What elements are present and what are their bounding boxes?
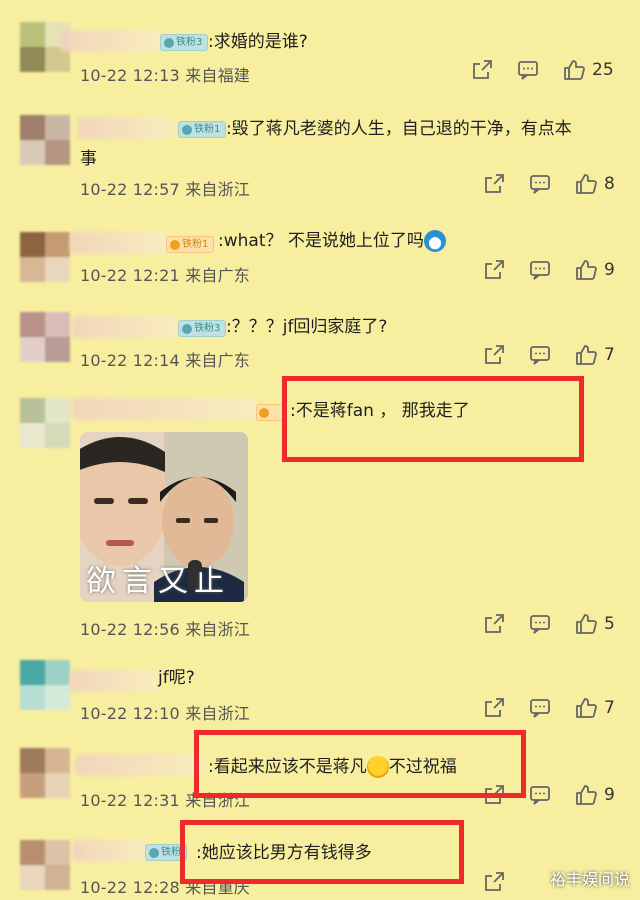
like-button[interactable]: 7 — [574, 696, 615, 720]
share-icon[interactable] — [482, 343, 506, 367]
comment-text: jf呢? — [158, 668, 195, 688]
share-icon[interactable] — [470, 58, 494, 82]
timestamp: 10-22 12:14 — [80, 351, 180, 370]
like-button[interactable]: 7 — [574, 343, 615, 367]
comment-meta: 10-22 12:10 来自浙江 — [80, 700, 250, 724]
like-button[interactable]: 25 — [562, 58, 614, 82]
share-icon[interactable] — [482, 612, 506, 636]
avatar[interactable] — [20, 660, 70, 710]
highlight-box — [180, 820, 464, 884]
like-button[interactable]: 5 — [574, 612, 615, 636]
watermark: 裕丰娱间说 — [549, 870, 630, 889]
thumbs-up-icon — [576, 614, 597, 634]
comment-icon[interactable] — [528, 343, 552, 367]
timestamp: 10-22 12:21 — [80, 266, 180, 285]
timestamp: 10-22 12:57 — [80, 180, 180, 199]
comment-meta: 10-22 12:57 来自浙江 — [80, 176, 250, 200]
comment-actions: 5 — [482, 612, 615, 636]
like-count: 7 — [604, 698, 615, 718]
diamond-icon — [164, 37, 174, 48]
avatar[interactable] — [20, 232, 70, 282]
flame-icon — [259, 407, 269, 418]
like-count: 9 — [604, 260, 615, 280]
comment-actions: 7 — [482, 696, 615, 720]
location: 来自福建 — [185, 66, 250, 85]
comment-text: :what？ 不是说她上位了吗 — [218, 226, 446, 256]
thumbs-up-icon — [576, 260, 597, 280]
like-count: 25 — [592, 60, 614, 80]
comment-meta: 10-22 12:56 来自浙江 — [80, 616, 250, 640]
highlight-box — [282, 376, 584, 462]
location: 来自广东 — [185, 266, 250, 285]
timestamp: 10-22 12:13 — [80, 66, 180, 85]
comment-meta: 10-22 12:13 来自福建 — [80, 62, 250, 86]
comment-icon[interactable] — [528, 172, 552, 196]
sticker-caption: 欲言又止 — [86, 564, 230, 599]
comment-actions: 8 — [482, 172, 615, 196]
like-count: 7 — [604, 345, 615, 365]
comment-text: :求婚的是谁? — [208, 32, 308, 52]
like-button[interactable]: 8 — [574, 172, 615, 196]
thumbs-up-icon — [576, 174, 597, 194]
fan-badge: 铁粉3 — [160, 34, 209, 51]
username[interactable] — [72, 316, 177, 338]
comment-icon[interactable] — [528, 696, 552, 720]
like-count: 8 — [604, 174, 615, 194]
username[interactable] — [75, 754, 205, 776]
avatar[interactable] — [20, 312, 70, 362]
share-icon[interactable] — [482, 870, 506, 894]
timestamp: 10-22 12:31 — [80, 791, 180, 810]
share-icon[interactable] — [482, 258, 506, 282]
diamond-icon — [182, 323, 192, 334]
comment-actions: 9 — [482, 258, 615, 282]
fan-badge: 铁粉1 — [166, 236, 215, 253]
fan-badge: 铁粉3 — [178, 320, 227, 337]
avatar[interactable] — [20, 748, 70, 798]
comment-icon[interactable] — [528, 612, 552, 636]
flame-icon — [170, 239, 180, 250]
thumbs-up-icon — [576, 698, 597, 718]
timestamp: 10-22 12:10 — [80, 704, 180, 723]
thumbs-up-icon — [576, 785, 597, 805]
comment-actions: 25 — [470, 58, 614, 82]
like-button[interactable]: 9 — [574, 783, 615, 807]
username[interactable] — [70, 670, 158, 692]
highlight-box — [194, 730, 526, 798]
username[interactable] — [60, 30, 160, 52]
location: 来自浙江 — [185, 704, 250, 723]
username[interactable] — [72, 840, 147, 862]
share-icon[interactable] — [482, 172, 506, 196]
share-icon[interactable] — [482, 696, 506, 720]
sticker-image[interactable]: 欲言又止 — [80, 432, 248, 602]
location: 来自浙江 — [185, 620, 250, 639]
avatar[interactable] — [20, 115, 70, 165]
like-button[interactable]: 9 — [574, 258, 615, 282]
comment-actions — [482, 870, 528, 894]
location: 来自浙江 — [185, 180, 250, 199]
like-count: 5 — [604, 614, 615, 634]
timestamp: 10-22 12:56 — [80, 620, 180, 639]
comment-icon[interactable] — [528, 258, 552, 282]
thumbs-up-icon — [576, 345, 597, 365]
doraemon-emoji-icon — [423, 230, 446, 252]
avatar[interactable] — [20, 398, 70, 448]
comment-icon[interactable] — [516, 58, 540, 82]
location: 来自广东 — [185, 351, 250, 370]
comment-icon[interactable] — [528, 783, 552, 807]
like-count: 9 — [604, 785, 615, 805]
comment-meta: 10-22 12:14 来自广东 — [80, 347, 250, 371]
comment-text: :？？？jf回归家庭了? — [226, 317, 388, 337]
username[interactable] — [72, 398, 257, 420]
comment-actions: 7 — [482, 343, 615, 367]
comment-meta: 10-22 12:21 来自广东 — [80, 262, 250, 286]
comment-text: :毁了蒋凡老婆的人生，自己退的干净，有点本 事 — [80, 119, 572, 169]
timestamp: 10-22 12:28 — [80, 878, 180, 897]
diamond-icon — [149, 847, 159, 858]
thumbs-up-icon — [564, 60, 585, 80]
username[interactable] — [70, 232, 170, 254]
avatar[interactable] — [20, 840, 70, 890]
